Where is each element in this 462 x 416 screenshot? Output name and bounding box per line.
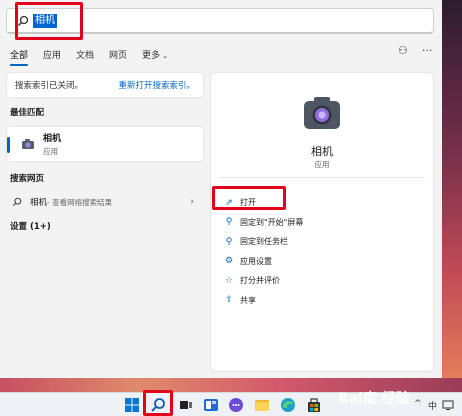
action-pin-start[interactable]: ⚲ 固定到"开始"屏幕 bbox=[223, 213, 304, 233]
desktop-wallpaper-right bbox=[442, 0, 462, 390]
edge-browser-icon[interactable] bbox=[280, 397, 296, 413]
action-pin-start-label: 固定到"开始"屏幕 bbox=[240, 217, 304, 227]
baidu-watermark: Bai度 经验 bbox=[338, 391, 410, 407]
action-app-settings-label: 应用设置 bbox=[240, 256, 272, 266]
best-match-type: 应用 bbox=[43, 147, 58, 156]
action-share[interactable]: ⇪ 共享 bbox=[223, 291, 303, 311]
action-rate-review[interactable]: ☆ 打分并评价 bbox=[223, 271, 303, 291]
tab-documents[interactable]: 文档 bbox=[76, 48, 94, 66]
divider bbox=[219, 177, 425, 178]
tray-overflow-icon[interactable]: ^ bbox=[414, 399, 422, 409]
web-search-item[interactable]: 相机 - 查看网络搜索结果 › bbox=[6, 192, 204, 212]
best-match-name: 相机 bbox=[43, 134, 62, 144]
action-list: ⇗ 打开 ⚲ 固定到"开始"屏幕 ⚲ 固定到任务栏 ⚙ 应用设置 ☆ 打分并评价 ⇪ 共享 bbox=[223, 193, 303, 310]
action-share-label: 共享 bbox=[240, 295, 256, 305]
settings-heading[interactable]: 设置 (1+) bbox=[10, 220, 204, 232]
detail-app-type: 应用 bbox=[314, 160, 330, 169]
account-switch-icon[interactable]: ⚇ bbox=[398, 44, 408, 57]
search-icon bbox=[12, 197, 22, 207]
index-notice-text: 搜索索引已关闭。 bbox=[15, 81, 84, 91]
task-view-icon[interactable] bbox=[178, 397, 194, 413]
search-panel: 相机 全部 应用 文档 网页 更多 ⌄ ⚇ ··· 搜索索引已关闭。 重新打开搜索… bbox=[0, 0, 442, 378]
star-icon: ☆ bbox=[224, 275, 234, 286]
detail-pane: 相机 应用 ⇗ 打开 ⚲ 固定到"开始"屏幕 ⚲ 固定到任务栏 ⚙ 应用设置 ☆ 打分并评… bbox=[210, 72, 434, 372]
tab-web[interactable]: 网页 bbox=[109, 48, 127, 66]
highlight-open-box bbox=[212, 186, 286, 210]
file-explorer-icon[interactable] bbox=[254, 397, 270, 413]
store-icon[interactable] bbox=[306, 397, 322, 413]
index-notice: 搜索索引已关闭。 重新打开搜索索引。 bbox=[6, 72, 204, 98]
detail-app-name: 相机 bbox=[311, 145, 333, 158]
windows-start-icon[interactable] bbox=[124, 397, 140, 413]
chevron-right-icon[interactable]: › bbox=[190, 197, 194, 207]
best-match-text: 相机 应用 bbox=[43, 131, 61, 157]
filter-tabs: 全部 应用 文档 网页 更多 ⌄ bbox=[10, 48, 183, 66]
action-pin-taskbar[interactable]: ⚲ 固定到任务栏 bbox=[223, 232, 303, 252]
best-match-heading: 最佳匹配 bbox=[10, 108, 45, 118]
chat-icon[interactable] bbox=[228, 397, 244, 413]
tab-more[interactable]: 更多 ⌄ bbox=[142, 48, 168, 66]
camera-app-icon bbox=[304, 97, 340, 129]
more-options-icon[interactable]: ··· bbox=[422, 44, 433, 57]
best-match-item[interactable]: 相机 应用 bbox=[6, 126, 204, 162]
action-app-settings[interactable]: ⚙ 应用设置 bbox=[223, 252, 303, 272]
pin-icon: ⚲ bbox=[225, 217, 233, 228]
tab-more-label: 更多 bbox=[142, 51, 161, 61]
chevron-down-icon: ⌄ bbox=[162, 52, 168, 60]
tab-apps[interactable]: 应用 bbox=[43, 48, 61, 66]
gear-icon: ⚙ bbox=[224, 256, 234, 267]
web-search-heading: 搜索网页 bbox=[10, 174, 45, 184]
camera-icon bbox=[22, 139, 34, 149]
highlight-search-taskbar-box bbox=[143, 390, 173, 416]
network-icon[interactable] bbox=[442, 400, 454, 410]
tab-all[interactable]: 全部 bbox=[10, 48, 29, 66]
results-list: 搜索索引已关闭。 重新打开搜索索引。 最佳匹配 相机 应用 搜索网页 相机 - … bbox=[6, 72, 204, 232]
web-search-suffix: - 查看网络搜索结果 bbox=[47, 197, 113, 207]
web-search-label: 相机 bbox=[30, 198, 48, 208]
widgets-icon[interactable] bbox=[203, 397, 219, 413]
action-pin-taskbar-label: 固定到任务栏 bbox=[240, 237, 288, 247]
top-actions: ⚇ ··· bbox=[398, 44, 432, 57]
share-icon: ⇪ bbox=[225, 295, 233, 306]
highlight-search-box bbox=[15, 2, 83, 40]
reenable-index-link[interactable]: 重新打开搜索索引。 bbox=[118, 79, 195, 91]
action-rate-review-label: 打分并评价 bbox=[240, 276, 280, 286]
ime-indicator[interactable]: 中 bbox=[428, 399, 437, 412]
selection-indicator bbox=[7, 137, 10, 153]
pin-taskbar-icon: ⚲ bbox=[225, 236, 233, 247]
